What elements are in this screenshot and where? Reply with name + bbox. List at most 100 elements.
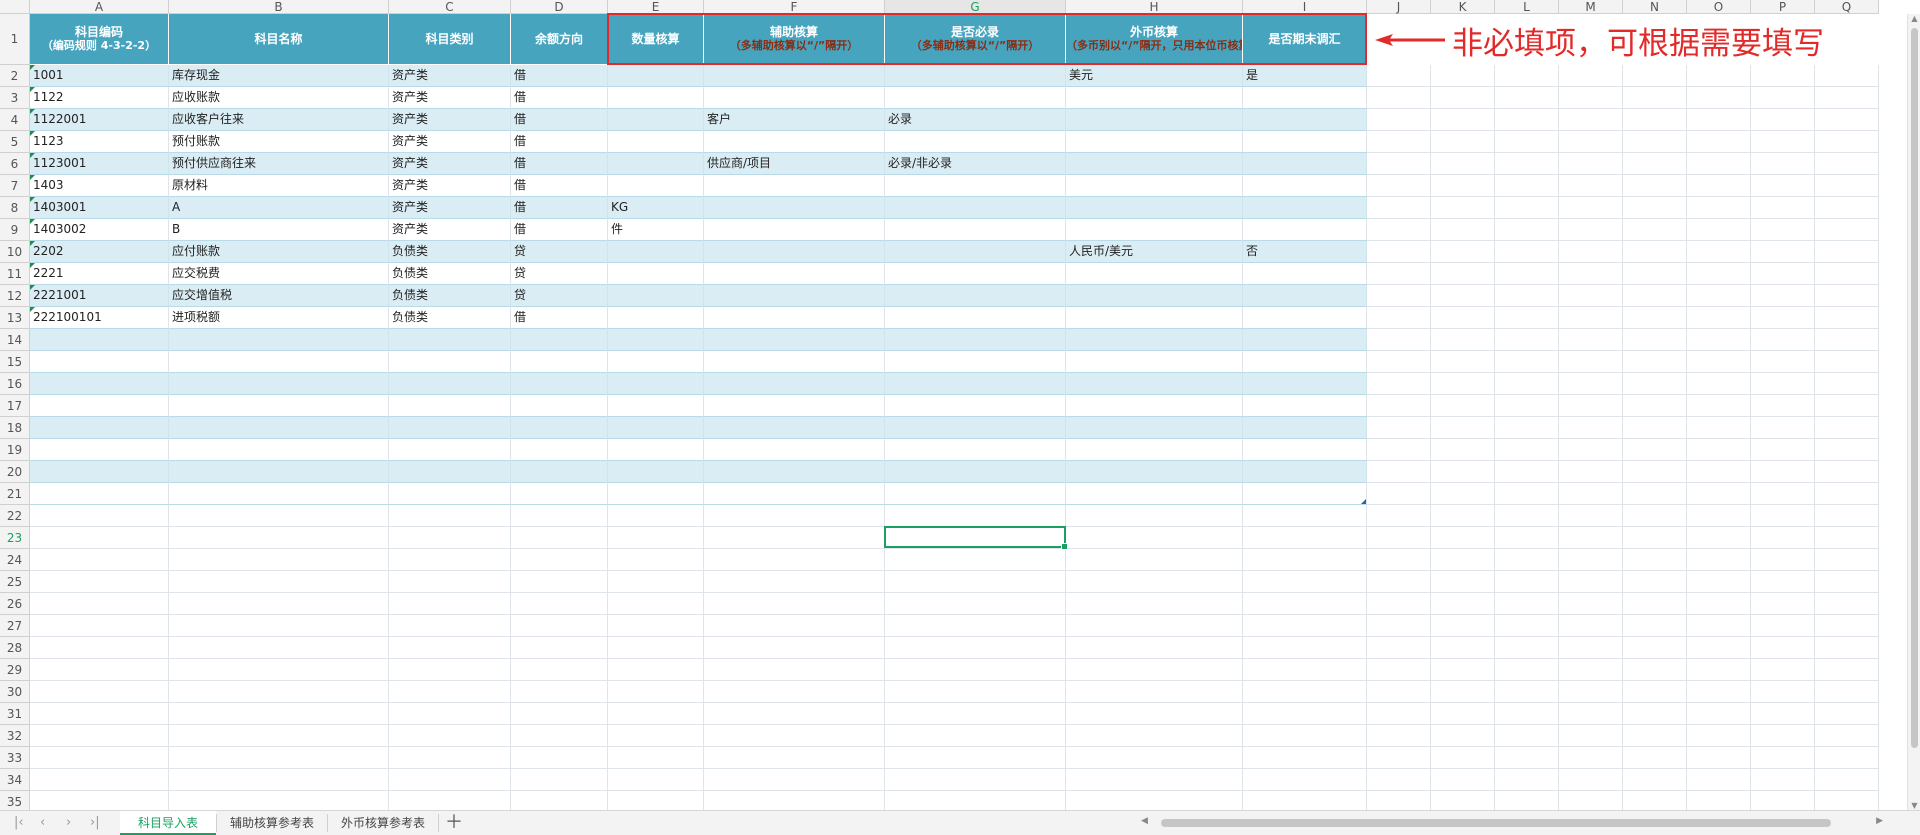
cell-K34[interactable]: [1431, 769, 1495, 791]
cell-I33[interactable]: [1243, 747, 1367, 769]
cell-D3[interactable]: 借: [511, 87, 608, 109]
cell-M34[interactable]: [1559, 769, 1623, 791]
cell-G29[interactable]: [885, 659, 1066, 681]
cell-N8[interactable]: [1623, 197, 1687, 219]
cell-C28[interactable]: [389, 637, 511, 659]
cell-Q25[interactable]: [1815, 571, 1879, 593]
cell-H27[interactable]: [1066, 615, 1243, 637]
cell-E34[interactable]: [608, 769, 704, 791]
cell-L31[interactable]: [1495, 703, 1559, 725]
cell-I14[interactable]: [1243, 329, 1367, 351]
cell-G27[interactable]: [885, 615, 1066, 637]
cell-E15[interactable]: [608, 351, 704, 373]
cell-J4[interactable]: [1367, 109, 1431, 131]
column-header-I[interactable]: I: [1243, 0, 1367, 14]
header-cell-I[interactable]: 是否期末调汇: [1243, 14, 1367, 65]
cell-E30[interactable]: [608, 681, 704, 703]
cell-P28[interactable]: [1751, 637, 1815, 659]
cell-H21[interactable]: [1066, 483, 1243, 505]
cell-D21[interactable]: [511, 483, 608, 505]
header-cell-A[interactable]: 科目编码 （编码规则 4-3-2-2）: [30, 14, 169, 65]
cell-Q19[interactable]: [1815, 439, 1879, 461]
cell-Q20[interactable]: [1815, 461, 1879, 483]
cell-H19[interactable]: [1066, 439, 1243, 461]
cell-P21[interactable]: [1751, 483, 1815, 505]
cell-F16[interactable]: [704, 373, 885, 395]
cell-D34[interactable]: [511, 769, 608, 791]
cell-K14[interactable]: [1431, 329, 1495, 351]
cell-F12[interactable]: [704, 285, 885, 307]
cell-O18[interactable]: [1687, 417, 1751, 439]
cell-E5[interactable]: [608, 131, 704, 153]
cell-F9[interactable]: [704, 219, 885, 241]
cell-D10[interactable]: 贷: [511, 241, 608, 263]
cell-F3[interactable]: [704, 87, 885, 109]
cell-D19[interactable]: [511, 439, 608, 461]
cell-L3[interactable]: [1495, 87, 1559, 109]
cell-J29[interactable]: [1367, 659, 1431, 681]
cell-B30[interactable]: [169, 681, 389, 703]
cell-J25[interactable]: [1367, 571, 1431, 593]
cell-C31[interactable]: [389, 703, 511, 725]
cell-C11[interactable]: 负债类: [389, 263, 511, 285]
cell-M29[interactable]: [1559, 659, 1623, 681]
cell-P25[interactable]: [1751, 571, 1815, 593]
cell-H22[interactable]: [1066, 505, 1243, 527]
cell-B34[interactable]: [169, 769, 389, 791]
cell-F34[interactable]: [704, 769, 885, 791]
cell-I24[interactable]: [1243, 549, 1367, 571]
cell-P2[interactable]: [1751, 65, 1815, 87]
cell-Q4[interactable]: [1815, 109, 1879, 131]
cell-J24[interactable]: [1367, 549, 1431, 571]
vertical-scroll-thumb[interactable]: [1911, 28, 1918, 748]
cell-P30[interactable]: [1751, 681, 1815, 703]
cell-A26[interactable]: [30, 593, 169, 615]
cell-M6[interactable]: [1559, 153, 1623, 175]
cell-C25[interactable]: [389, 571, 511, 593]
cell-H14[interactable]: [1066, 329, 1243, 351]
cell-N5[interactable]: [1623, 131, 1687, 153]
cell-N30[interactable]: [1623, 681, 1687, 703]
cell-O17[interactable]: [1687, 395, 1751, 417]
cell-C15[interactable]: [389, 351, 511, 373]
cell-E10[interactable]: [608, 241, 704, 263]
cell-O7[interactable]: [1687, 175, 1751, 197]
cell-Q31[interactable]: [1815, 703, 1879, 725]
cell-D20[interactable]: [511, 461, 608, 483]
cell-F20[interactable]: [704, 461, 885, 483]
cell-C8[interactable]: 资产类: [389, 197, 511, 219]
cell-J9[interactable]: [1367, 219, 1431, 241]
cell-D28[interactable]: [511, 637, 608, 659]
cell-B21[interactable]: [169, 483, 389, 505]
cell-L30[interactable]: [1495, 681, 1559, 703]
cell-G13[interactable]: [885, 307, 1066, 329]
cell-L20[interactable]: [1495, 461, 1559, 483]
cell-E9[interactable]: 件: [608, 219, 704, 241]
cell-O32[interactable]: [1687, 725, 1751, 747]
cell-P8[interactable]: [1751, 197, 1815, 219]
cell-M23[interactable]: [1559, 527, 1623, 549]
cell-N35[interactable]: [1623, 791, 1687, 810]
cell-H26[interactable]: [1066, 593, 1243, 615]
first-sheet-icon[interactable]: |‹: [14, 815, 24, 830]
cell-P12[interactable]: [1751, 285, 1815, 307]
row-header-21[interactable]: 21: [0, 483, 30, 505]
cell-H33[interactable]: [1066, 747, 1243, 769]
cell-E26[interactable]: [608, 593, 704, 615]
cell-I34[interactable]: [1243, 769, 1367, 791]
cell-F29[interactable]: [704, 659, 885, 681]
cell-B2[interactable]: 库存现金: [169, 65, 389, 87]
cell-A31[interactable]: [30, 703, 169, 725]
column-header-O[interactable]: O: [1687, 0, 1751, 14]
cell-O27[interactable]: [1687, 615, 1751, 637]
header-cell-E[interactable]: 数量核算: [608, 14, 704, 65]
cell-N19[interactable]: [1623, 439, 1687, 461]
cell-B35[interactable]: [169, 791, 389, 810]
cell-L15[interactable]: [1495, 351, 1559, 373]
cell-G16[interactable]: [885, 373, 1066, 395]
cell-C17[interactable]: [389, 395, 511, 417]
table-range-corner[interactable]: [1361, 499, 1366, 504]
cell-M2[interactable]: [1559, 65, 1623, 87]
row-header-20[interactable]: 20: [0, 461, 30, 483]
cell-Q8[interactable]: [1815, 197, 1879, 219]
